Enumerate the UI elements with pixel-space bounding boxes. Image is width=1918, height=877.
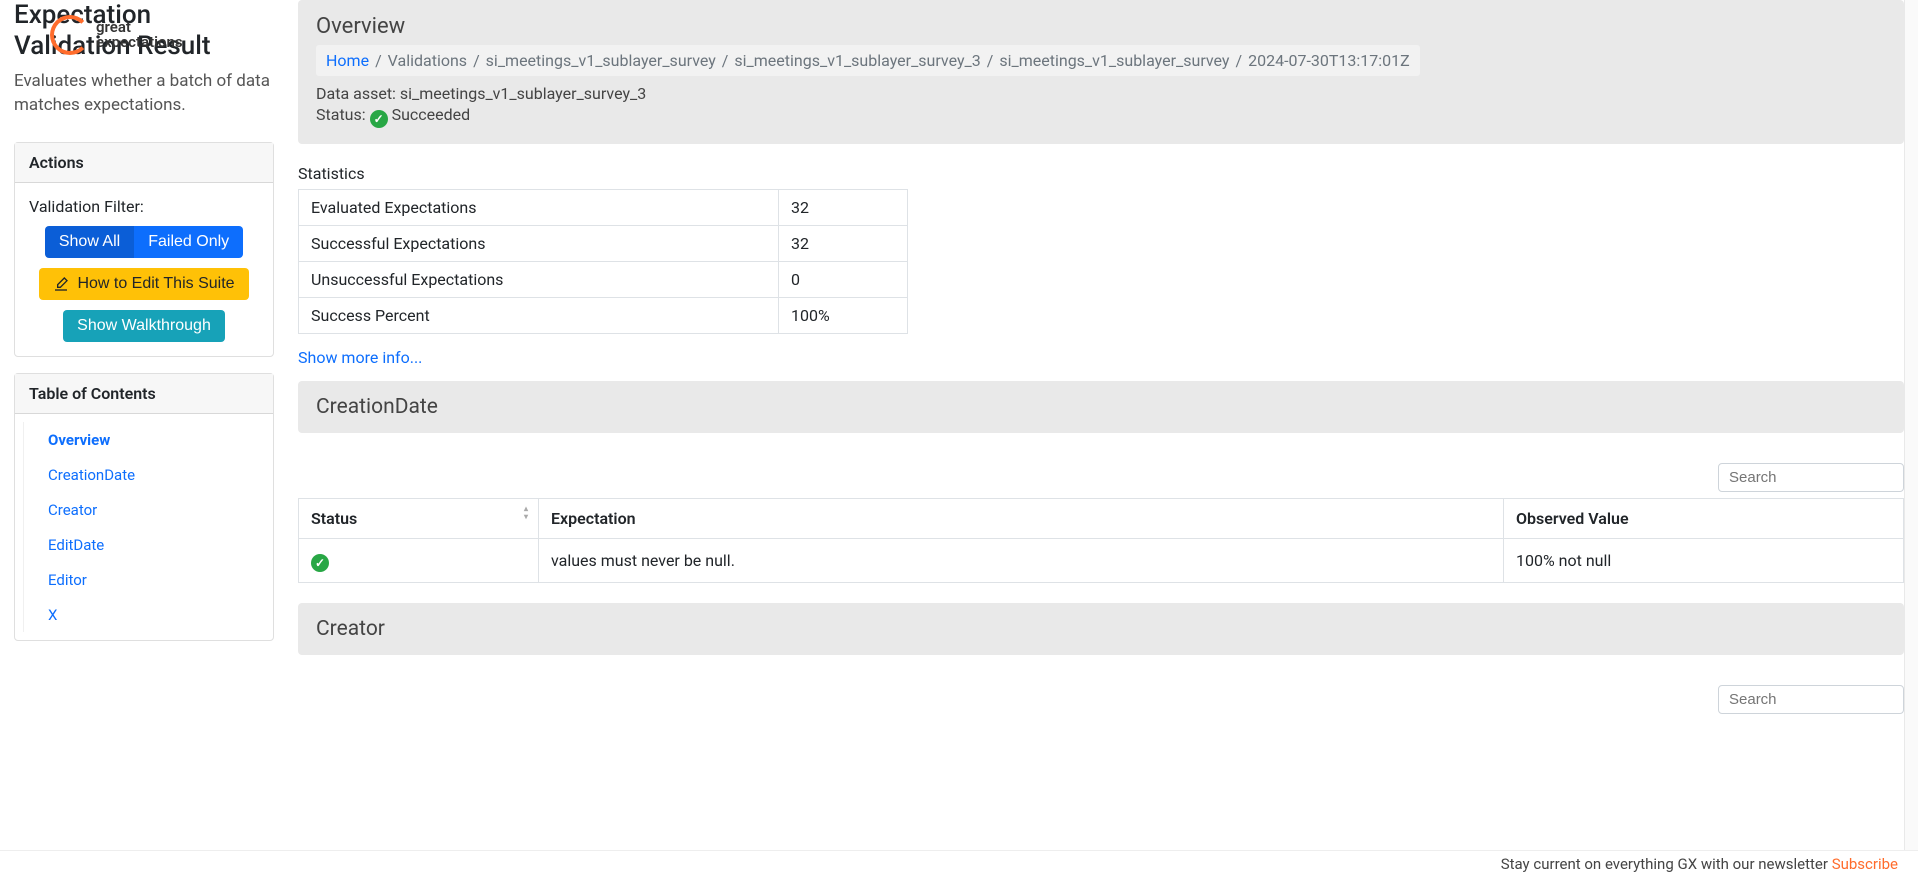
edit-suite-button[interactable]: How to Edit This Suite xyxy=(39,268,248,300)
actions-card: Actions Validation Filter: Show All Fail… xyxy=(14,142,274,357)
search-input[interactable] xyxy=(1718,685,1904,714)
validation-filter-group: Show All Failed Only xyxy=(45,226,243,258)
section-header-creationdate: CreationDate xyxy=(298,381,1904,433)
footer-bar: Stay current on everything GX with our n… xyxy=(0,850,1918,877)
status-label: Status: xyxy=(316,105,366,124)
stats-value: 32 xyxy=(779,190,908,226)
section-header-creator: Creator xyxy=(298,603,1904,655)
breadcrumb-separator: / xyxy=(375,51,382,70)
col-observed[interactable]: Observed Value xyxy=(1504,499,1904,539)
gx-logo-icon xyxy=(50,15,90,55)
col-status[interactable]: Status xyxy=(299,499,539,539)
edit-icon xyxy=(53,276,69,292)
stats-label: Success Percent xyxy=(299,298,779,334)
toc-link[interactable]: Editor xyxy=(48,571,87,589)
data-asset-value: si_meetings_v1_sublayer_survey_3 xyxy=(400,84,646,103)
search-wrap xyxy=(298,685,1904,714)
status-value: Succeeded xyxy=(392,105,471,124)
stats-row: Successful Expectations32 xyxy=(299,226,908,262)
stats-row: Success Percent100% xyxy=(299,298,908,334)
search-input[interactable] xyxy=(1718,463,1904,492)
show-all-button[interactable]: Show All xyxy=(45,226,134,258)
toc-item-x[interactable]: X xyxy=(24,597,273,632)
stats-label: Successful Expectations xyxy=(299,226,779,262)
failed-only-button[interactable]: Failed Only xyxy=(134,226,243,258)
stats-label: Unsuccessful Expectations xyxy=(299,262,779,298)
toc-item-overview[interactable]: Overview xyxy=(24,422,273,457)
statistics-table: Evaluated Expectations32Successful Expec… xyxy=(298,189,908,334)
search-wrap xyxy=(298,463,1904,492)
toc-item-editdate[interactable]: EditDate xyxy=(24,527,273,562)
table-row: values must never be null.100% not null xyxy=(299,539,1904,583)
footer-text: Stay current on everything GX with our n… xyxy=(1501,855,1832,873)
subscribe-link[interactable]: Subscribe xyxy=(1832,855,1898,873)
scrollbar-gutter[interactable] xyxy=(1904,0,1918,877)
stats-value: 100% xyxy=(779,298,908,334)
overview-panel: Overview Home / Validations / si_meetings_v1… xyxy=(298,0,1904,144)
breadcrumb-separator: / xyxy=(722,51,729,70)
status-line: Status: Succeeded xyxy=(316,105,1886,128)
cell-observed: 100% not null xyxy=(1504,539,1904,583)
breadcrumb-home[interactable]: Home xyxy=(326,51,369,70)
toc-card: Table of Contents Overview CreationDate Cr… xyxy=(14,373,274,641)
toc-link[interactable]: CreationDate xyxy=(48,466,135,484)
breadcrumb-part: si_meetings_v1_sublayer_survey xyxy=(999,51,1229,70)
toc-header: Table of Contents xyxy=(15,374,273,414)
gx-logo-text: great expectations xyxy=(96,20,183,50)
app-logo: great expectations xyxy=(50,15,183,55)
actions-header: Actions xyxy=(15,143,273,183)
toc-link[interactable]: Creator xyxy=(48,501,97,519)
success-icon xyxy=(370,110,388,128)
toc-link[interactable]: EditDate xyxy=(48,536,104,554)
page-subtitle: Evaluates whether a batch of data matche… xyxy=(14,70,274,118)
success-icon xyxy=(311,554,329,572)
validation-filter-label: Validation Filter: xyxy=(29,197,259,216)
breadcrumb-separator: / xyxy=(1235,51,1242,70)
breadcrumb: Home / Validations / si_meetings_v1_sublayer… xyxy=(316,45,1420,76)
col-expectation[interactable]: Expectation xyxy=(539,499,1504,539)
overview-heading: Overview xyxy=(316,14,1886,39)
stats-label: Evaluated Expectations xyxy=(299,190,779,226)
sidebar: Expectation Validation Result Evaluates … xyxy=(14,0,274,780)
toc-item-creationdate[interactable]: CreationDate xyxy=(24,457,273,492)
breadcrumb-separator: / xyxy=(987,51,994,70)
cell-expectation: values must never be null. xyxy=(539,539,1504,583)
data-asset-line: Data asset: si_meetings_v1_sublayer_surv… xyxy=(316,84,1886,103)
show-walkthrough-button[interactable]: Show Walkthrough xyxy=(63,310,225,342)
stats-row: Unsuccessful Expectations0 xyxy=(299,262,908,298)
breadcrumb-part: si_meetings_v1_sublayer_survey_3 xyxy=(734,51,980,70)
toc-item-editor[interactable]: Editor xyxy=(24,562,273,597)
toc-link[interactable]: Overview xyxy=(48,431,110,449)
toc-item-creator[interactable]: Creator xyxy=(24,492,273,527)
breadcrumb-part: 2024-07-30T13:17:01Z xyxy=(1248,51,1410,70)
stats-value: 32 xyxy=(779,226,908,262)
breadcrumb-part: si_meetings_v1_sublayer_survey xyxy=(486,51,716,70)
toc-link[interactable]: X xyxy=(48,606,57,624)
breadcrumb-part: Validations xyxy=(388,51,467,70)
stats-value: 0 xyxy=(779,262,908,298)
edit-suite-label: How to Edit This Suite xyxy=(77,275,234,293)
stats-row: Evaluated Expectations32 xyxy=(299,190,908,226)
toc-list: Overview CreationDate Creator EditDate Edito… xyxy=(23,422,273,632)
breadcrumb-separator: / xyxy=(473,51,480,70)
data-asset-label: Data asset: xyxy=(316,84,396,103)
cell-status xyxy=(299,539,539,583)
show-more-info-link[interactable]: Show more info... xyxy=(298,348,422,367)
main-content: Overview Home / Validations / si_meetings_v1… xyxy=(298,0,1904,780)
results-table: StatusExpectationObserved Valuevalues mu… xyxy=(298,498,1904,583)
statistics-heading: Statistics xyxy=(298,164,1904,183)
